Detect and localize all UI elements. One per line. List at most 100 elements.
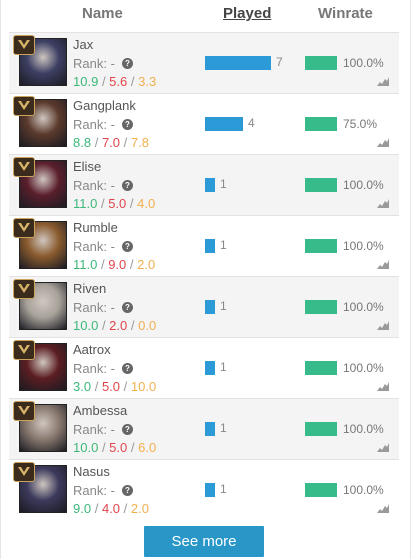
kills-value: 8.8 <box>73 135 92 150</box>
champion-row[interactable]: Elise Rank: - ? 11.0 / 5.0 / 4.0 1 100.0… <box>9 154 399 215</box>
rank-info: Rank: - ? <box>73 117 133 132</box>
kda-stats: 10.0 / 2.0 / 0.0 <box>73 318 156 333</box>
rank-emblem-icon <box>13 96 35 116</box>
name-column-header[interactable]: Name <box>82 5 123 22</box>
kda-separator: / <box>123 501 131 516</box>
winrate-bar <box>305 361 337 375</box>
trend-chart-icon[interactable] <box>377 503 389 513</box>
champion-name[interactable]: Gangplank <box>73 98 136 113</box>
help-circle-icon[interactable]: ? <box>121 424 133 435</box>
champion-row[interactable]: Ambessa Rank: - ? 10.0 / 5.0 / 6.0 1 100… <box>9 398 399 459</box>
kda-stats: 10.0 / 5.0 / 6.0 <box>73 440 156 455</box>
deaths-value: 4.0 <box>101 501 121 516</box>
rank-label: Rank: - <box>73 422 115 437</box>
winrate-value: 100.0% <box>343 483 384 497</box>
champion-row[interactable]: Rumble Rank: - ? 11.0 / 9.0 / 2.0 1 100.… <box>9 215 399 276</box>
winrate-value: 100.0% <box>343 56 384 70</box>
winrate-value: 100.0% <box>343 300 384 314</box>
played-bar <box>205 178 215 192</box>
champion-row[interactable]: Riven Rank: - ? 10.0 / 2.0 / 0.0 1 100.0… <box>9 276 399 337</box>
see-more-button[interactable]: See more <box>144 526 264 557</box>
assists-value: 2.0 <box>130 501 149 516</box>
kda-stats: 8.8 / 7.0 / 7.8 <box>73 135 149 150</box>
rank-emblem-icon <box>13 279 35 299</box>
winrate-bar <box>305 422 337 436</box>
champion-row[interactable]: Aatrox Rank: - ? 3.0 / 5.0 / 10.0 1 100.… <box>9 337 399 398</box>
trend-chart-icon[interactable] <box>377 320 389 330</box>
assists-value: 10.0 <box>130 379 157 394</box>
played-count: 1 <box>220 299 227 313</box>
rank-info: Rank: - ? <box>73 56 133 71</box>
played-count: 1 <box>220 360 227 374</box>
help-circle-icon[interactable]: ? <box>121 58 133 69</box>
played-bar <box>205 300 215 314</box>
deaths-value: 2.0 <box>109 318 128 333</box>
champion-list: Jax Rank: - ? 10.9 / 5.6 / 3.3 7 100.0% … <box>9 32 399 520</box>
rank-label: Rank: - <box>73 483 115 498</box>
played-count: 7 <box>276 55 283 69</box>
kills-value: 10.0 <box>73 318 99 333</box>
help-circle-icon[interactable]: ? <box>121 241 133 252</box>
played-bar <box>205 361 215 375</box>
help-circle-icon[interactable]: ? <box>121 485 133 496</box>
trend-chart-icon[interactable] <box>377 198 389 208</box>
assists-value: 6.0 <box>138 440 157 455</box>
kills-value: 10.9 <box>73 74 99 89</box>
played-bar <box>205 56 271 70</box>
assists-value: 3.3 <box>138 74 157 89</box>
rank-info: Rank: - ? <box>73 239 133 254</box>
trend-chart-icon[interactable] <box>377 259 389 269</box>
champion-name[interactable]: Ambessa <box>73 403 127 418</box>
kills-value: 11.0 <box>73 196 98 211</box>
deaths-value: 9.0 <box>108 257 127 272</box>
winrate-column-header[interactable]: Winrate <box>318 5 373 22</box>
champion-name[interactable]: Nasus <box>73 464 110 479</box>
played-count: 1 <box>220 238 227 252</box>
champion-name[interactable]: Aatrox <box>73 342 111 357</box>
help-circle-icon[interactable]: ? <box>121 302 133 313</box>
trend-chart-icon[interactable] <box>377 442 389 452</box>
rank-label: Rank: - <box>73 239 115 254</box>
kda-separator: / <box>123 135 131 150</box>
trend-chart-icon[interactable] <box>377 76 389 86</box>
champion-row[interactable]: Jax Rank: - ? 10.9 / 5.6 / 3.3 7 100.0% <box>9 32 399 93</box>
assists-value: 7.8 <box>130 135 149 150</box>
played-count: 1 <box>220 177 227 191</box>
trend-chart-icon[interactable] <box>377 381 389 391</box>
kills-value: 3.0 <box>73 379 92 394</box>
champion-row[interactable]: Nasus Rank: - ? 9.0 / 4.0 / 2.0 1 100.0% <box>9 459 399 520</box>
deaths-value: 5.6 <box>109 74 128 89</box>
help-circle-icon[interactable]: ? <box>121 119 133 130</box>
trend-chart-icon[interactable] <box>377 137 389 147</box>
rank-info: Rank: - ? <box>73 422 133 437</box>
table-header: Name Played Winrate <box>0 0 411 32</box>
kda-separator: / <box>123 379 131 394</box>
winrate-value: 100.0% <box>343 239 384 253</box>
winrate-value: 100.0% <box>343 361 384 375</box>
kda-stats: 10.9 / 5.6 / 3.3 <box>73 74 156 89</box>
champion-name[interactable]: Elise <box>73 159 101 174</box>
winrate-bar <box>305 178 337 192</box>
winrate-value: 100.0% <box>343 422 384 436</box>
winrate-bar <box>305 56 337 70</box>
rank-emblem-icon <box>13 340 35 360</box>
rank-emblem-icon <box>13 157 35 177</box>
champion-name[interactable]: Riven <box>73 281 106 296</box>
deaths-value: 5.0 <box>109 440 128 455</box>
played-column-header[interactable]: Played <box>223 5 271 22</box>
played-count: 1 <box>220 421 227 435</box>
deaths-value: 5.0 <box>101 379 121 394</box>
winrate-bar <box>305 239 337 253</box>
rank-label: Rank: - <box>73 361 115 376</box>
champion-row[interactable]: Gangplank Rank: - ? 8.8 / 7.0 / 7.8 4 75… <box>9 93 399 154</box>
kda-stats: 11.0 / 5.0 / 4.0 <box>73 196 155 211</box>
help-circle-icon[interactable]: ? <box>121 363 133 374</box>
champion-name[interactable]: Jax <box>73 37 93 52</box>
rank-emblem-icon <box>13 401 35 421</box>
kda-stats: 9.0 / 4.0 / 2.0 <box>73 501 149 516</box>
champion-name[interactable]: Rumble <box>73 220 118 235</box>
assists-value: 2.0 <box>137 257 156 272</box>
help-circle-icon[interactable]: ? <box>121 180 133 191</box>
kills-value: 11.0 <box>73 257 98 272</box>
played-bar <box>205 422 215 436</box>
